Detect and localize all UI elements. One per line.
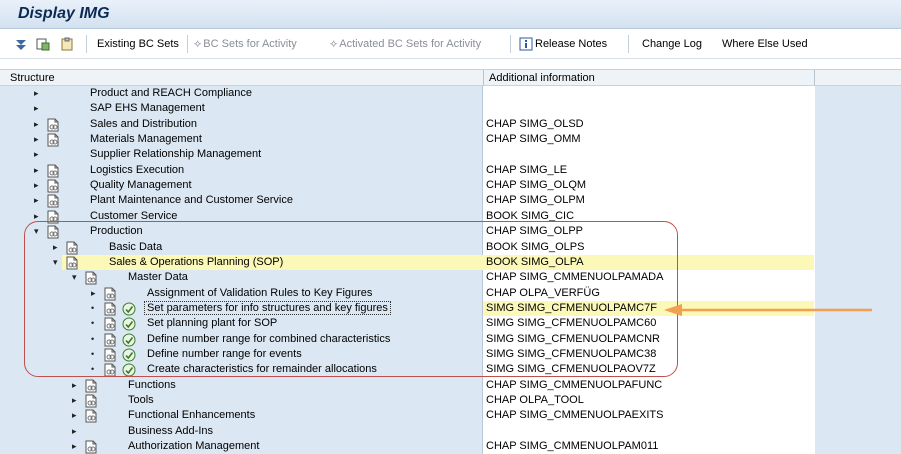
tree-node-label[interactable]: Quality Management <box>90 179 192 191</box>
tree-node-label[interactable]: Tools <box>128 394 154 406</box>
expand-arrow-icon[interactable]: ▸ <box>72 441 77 452</box>
tree-row[interactable]: ▸ Supplier Relationship Management <box>0 147 901 163</box>
tree-node-label[interactable]: Sales and Distribution <box>90 118 197 130</box>
column-header-row: Structure Additional information <box>0 69 901 86</box>
additional-info: CHAP SIMG_OLPM <box>486 194 585 207</box>
subtree-icon[interactable] <box>36 35 52 53</box>
expand-arrow-icon[interactable]: ▸ <box>72 410 77 421</box>
tree-node-label[interactable]: Plant Maintenance and Customer Service <box>90 194 293 206</box>
additional-info: CHAP SIMG_CMMENUOLPAM011 <box>486 440 659 453</box>
spacer <box>0 60 901 69</box>
tree-node-label[interactable]: Customer Service <box>90 210 177 222</box>
tree-row[interactable]: ▸ Tools CHAP OLPA_TOOL <box>0 393 901 409</box>
existing-bc-sets-button[interactable]: Existing BC Sets <box>97 35 179 53</box>
additional-info: CHAP OLPA_TOOL <box>486 394 584 406</box>
tree-row[interactable]: ▸ Logistics Execution CHAP SIMG_LE <box>0 163 901 179</box>
expand-arrow-icon[interactable]: ▸ <box>34 103 39 114</box>
activated-bc-set-icon: ⟡ <box>330 37 338 50</box>
additional-info: CHAP SIMG_OLSD <box>486 117 584 130</box>
additional-info: CHAP SIMG_LE <box>486 163 568 176</box>
expand-arrow-icon[interactable]: ▸ <box>34 134 39 145</box>
expand-arrow-icon[interactable]: ▸ <box>34 88 39 99</box>
expand-arrow-icon[interactable]: ▸ <box>72 426 77 437</box>
additional-info: CHAP SIMG_CMMENUOLPAFUNC <box>486 378 663 391</box>
callout-arrow-icon <box>664 304 872 316</box>
tree-row[interactable]: ▸ Business Add-Ins <box>0 424 901 440</box>
expand-arrow-icon[interactable]: ▸ <box>34 195 39 206</box>
additional-info: CHAP SIMG_OMM <box>486 133 581 146</box>
expand-arrow-icon[interactable]: ▸ <box>72 395 77 406</box>
expand-all-icon[interactable] <box>14 35 30 53</box>
tree-node-label[interactable]: Functional Enhancements <box>128 409 255 421</box>
tree-node-label[interactable]: Business Add-Ins <box>128 425 213 437</box>
tree-node-label[interactable]: Functions <box>128 379 176 391</box>
additional-info: CHAP SIMG_OLQM <box>486 179 587 192</box>
tree-row[interactable]: ▸ Plant Maintenance and Customer Service C… <box>0 193 901 209</box>
documentation-icon[interactable] <box>84 440 98 454</box>
info-icon <box>519 37 533 51</box>
expand-arrow-icon[interactable]: ▸ <box>34 119 39 130</box>
highlight-frame <box>24 221 678 377</box>
window-title: Display IMG <box>18 5 110 22</box>
bc-set-icon: ⟡ <box>194 37 202 50</box>
application-toolbar: Existing BC Sets ⟡ BC Sets for Activity ⟡… <box>0 29 901 59</box>
release-notes-button[interactable]: Release Notes <box>519 35 607 53</box>
release-notes-label: Release Notes <box>535 38 608 50</box>
activated-bc-sets-button[interactable]: ⟡ Activated BC Sets for Activity <box>330 35 481 53</box>
tree-row[interactable]: ▸ Product and REACH Compliance <box>0 86 901 102</box>
tree-row[interactable]: ▸ Materials Management CHAP SIMG_OMM <box>0 132 901 148</box>
activated-bc-sets-label: Activated BC Sets for Activity <box>339 38 482 50</box>
tree-row[interactable]: ▸ SAP EHS Management <box>0 101 901 117</box>
tree-row[interactable]: ▸ Quality Management CHAP SIMG_OLQM <box>0 178 901 194</box>
title-bar: Display IMG <box>0 0 901 29</box>
tree-node-label[interactable]: Authorization Management <box>128 440 259 452</box>
expand-arrow-icon[interactable]: ▸ <box>34 165 39 176</box>
tree-node-label[interactable]: SAP EHS Management <box>90 102 205 114</box>
additional-info: BOOK SIMG_CIC <box>486 209 575 222</box>
tree-row[interactable]: ▸ Authorization Management CHAP SIMG_CMMEN… <box>0 439 901 454</box>
tree-row[interactable]: ▸ Functions CHAP SIMG_CMMENUOLPAFUNC <box>0 378 901 394</box>
expand-arrow-icon[interactable]: ▸ <box>34 149 39 160</box>
expand-arrow-icon[interactable]: ▸ <box>34 180 39 191</box>
additional-info: CHAP SIMG_CMMENUOLPAEXITS <box>486 409 664 422</box>
tree-node-label[interactable]: Logistics Execution <box>90 164 184 176</box>
column-header-structure[interactable]: Structure <box>10 72 55 84</box>
tree-row[interactable]: ▸ Sales and Distribution CHAP SIMG_OLSD <box>0 117 901 133</box>
where-else-used-button[interactable]: Where Else Used <box>722 35 808 53</box>
clipboard-icon[interactable] <box>60 35 76 53</box>
tree-node-label[interactable]: Materials Management <box>90 133 202 145</box>
bc-sets-for-activity-button[interactable]: ⟡ BC Sets for Activity <box>194 35 297 53</box>
bc-sets-for-activity-label: BC Sets for Activity <box>203 38 297 50</box>
change-log-button[interactable]: Change Log <box>642 35 702 53</box>
tree-node-label[interactable]: Product and REACH Compliance <box>90 87 252 99</box>
expand-arrow-icon[interactable]: ▸ <box>72 380 77 391</box>
tree-row[interactable]: ▸ Functional Enhancements CHAP SIMG_CMMENU… <box>0 408 901 424</box>
column-header-additional[interactable]: Additional information <box>489 72 595 84</box>
tree-node-label[interactable]: Supplier Relationship Management <box>90 148 261 160</box>
